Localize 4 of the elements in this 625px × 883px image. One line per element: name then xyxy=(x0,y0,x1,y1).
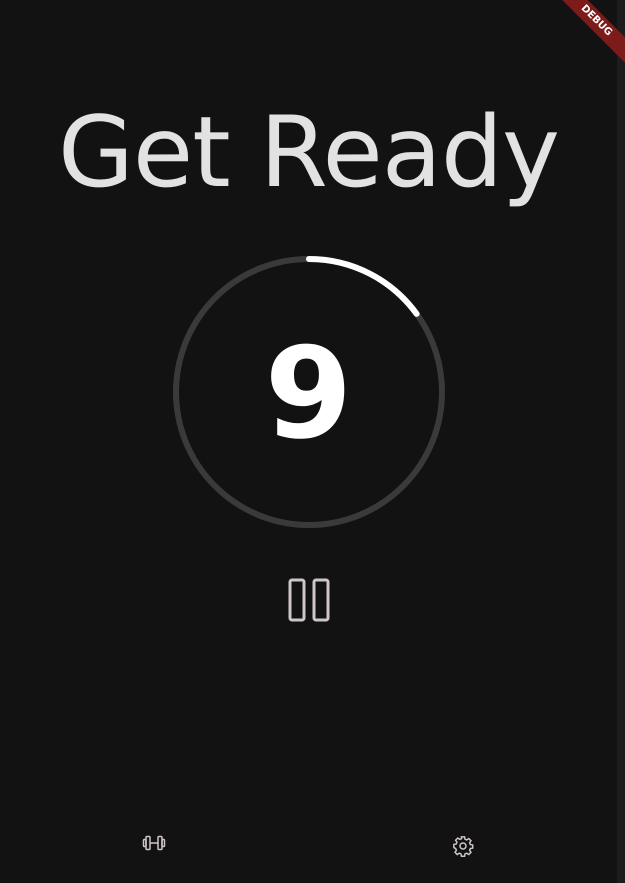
settings-icon[interactable] xyxy=(452,835,474,857)
countdown-number: 9 xyxy=(264,331,352,457)
screen-title: Get Ready xyxy=(58,95,560,212)
pause-button[interactable] xyxy=(288,578,330,622)
